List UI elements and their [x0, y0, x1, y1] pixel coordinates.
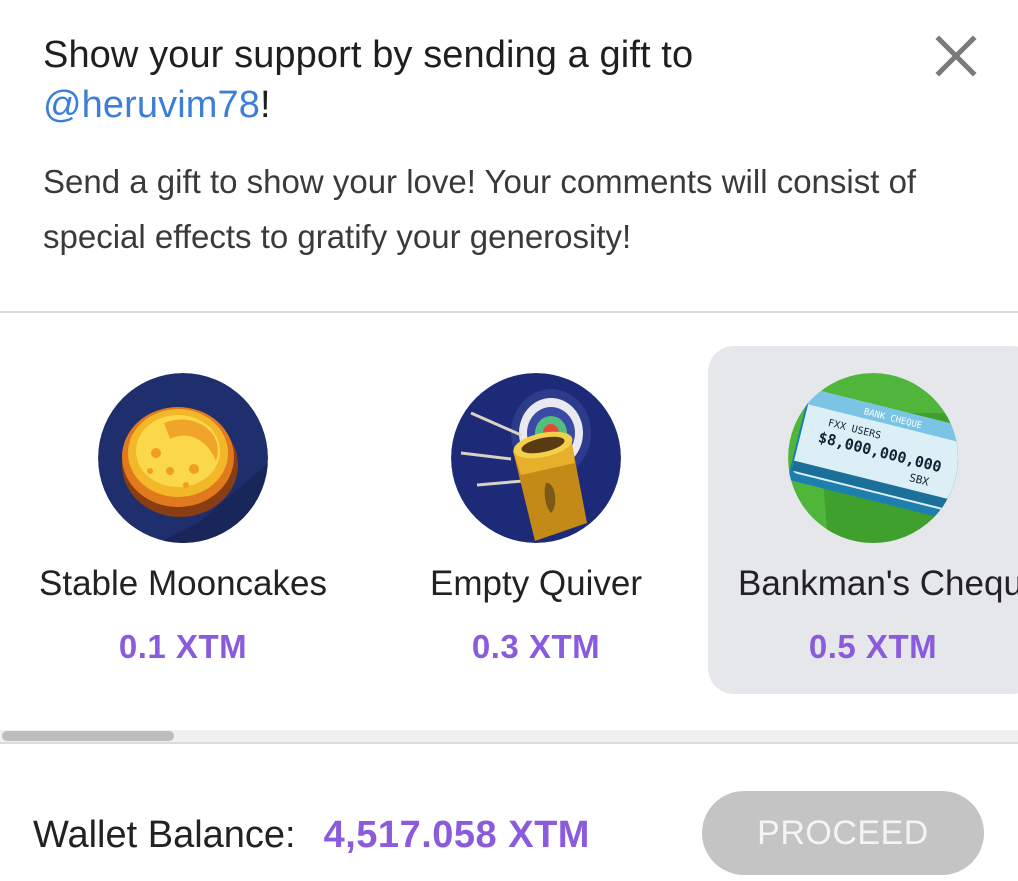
bottom-divider: [0, 742, 1018, 744]
wallet-balance-value: 4,517.058 XTM: [323, 813, 590, 856]
gift-carousel[interactable]: Stable Mooncakes 0.1 XTM Empty Quiver 0.…: [0, 346, 1018, 696]
top-divider: [0, 311, 1018, 313]
gift-price: 0.5 XTM: [808, 628, 938, 665]
close-icon: [935, 35, 977, 77]
recipient-handle[interactable]: @heruvim78: [43, 84, 260, 126]
close-button[interactable]: [928, 28, 984, 84]
mooncake-icon: [98, 373, 268, 543]
gift-name: Empty Quiver: [430, 564, 642, 603]
dialog-header: Show your support by sending a gift to @…: [43, 30, 923, 264]
gift-card-empty-quiver[interactable]: Empty Quiver 0.3 XTM: [371, 346, 701, 694]
quiver-icon: [451, 373, 621, 543]
gift-card-bankmans-cheque[interactable]: BANK CHEQUE FXX USERS $8,000,000,000 SBX…: [708, 346, 1018, 694]
wallet-balance: Wallet Balance: 4,517.058 XTM: [33, 800, 590, 870]
gift-name: Stable Mooncakes: [39, 564, 327, 603]
gift-card-stable-mooncakes[interactable]: Stable Mooncakes 0.1 XTM: [18, 346, 348, 694]
dialog-description: Send a gift to show your love! Your comm…: [43, 163, 917, 255]
wallet-balance-label: Wallet Balance:: [33, 813, 296, 856]
carousel-scrollbar[interactable]: [0, 730, 1018, 742]
dialog-title: Show your support by sending a gift to @…: [43, 30, 923, 130]
gift-name: Bankman's Cheque: [738, 564, 1018, 603]
cheque-icon: BANK CHEQUE FXX USERS $8,000,000,000 SBX: [788, 373, 958, 543]
gift-price: 0.1 XTM: [118, 628, 248, 665]
title-prefix: Show your support by sending a gift to: [43, 34, 694, 76]
title-suffix: !: [260, 84, 271, 126]
gift-price: 0.3 XTM: [471, 628, 601, 665]
proceed-button[interactable]: PROCEED: [702, 791, 984, 875]
scrollbar-thumb[interactable]: [2, 731, 174, 741]
